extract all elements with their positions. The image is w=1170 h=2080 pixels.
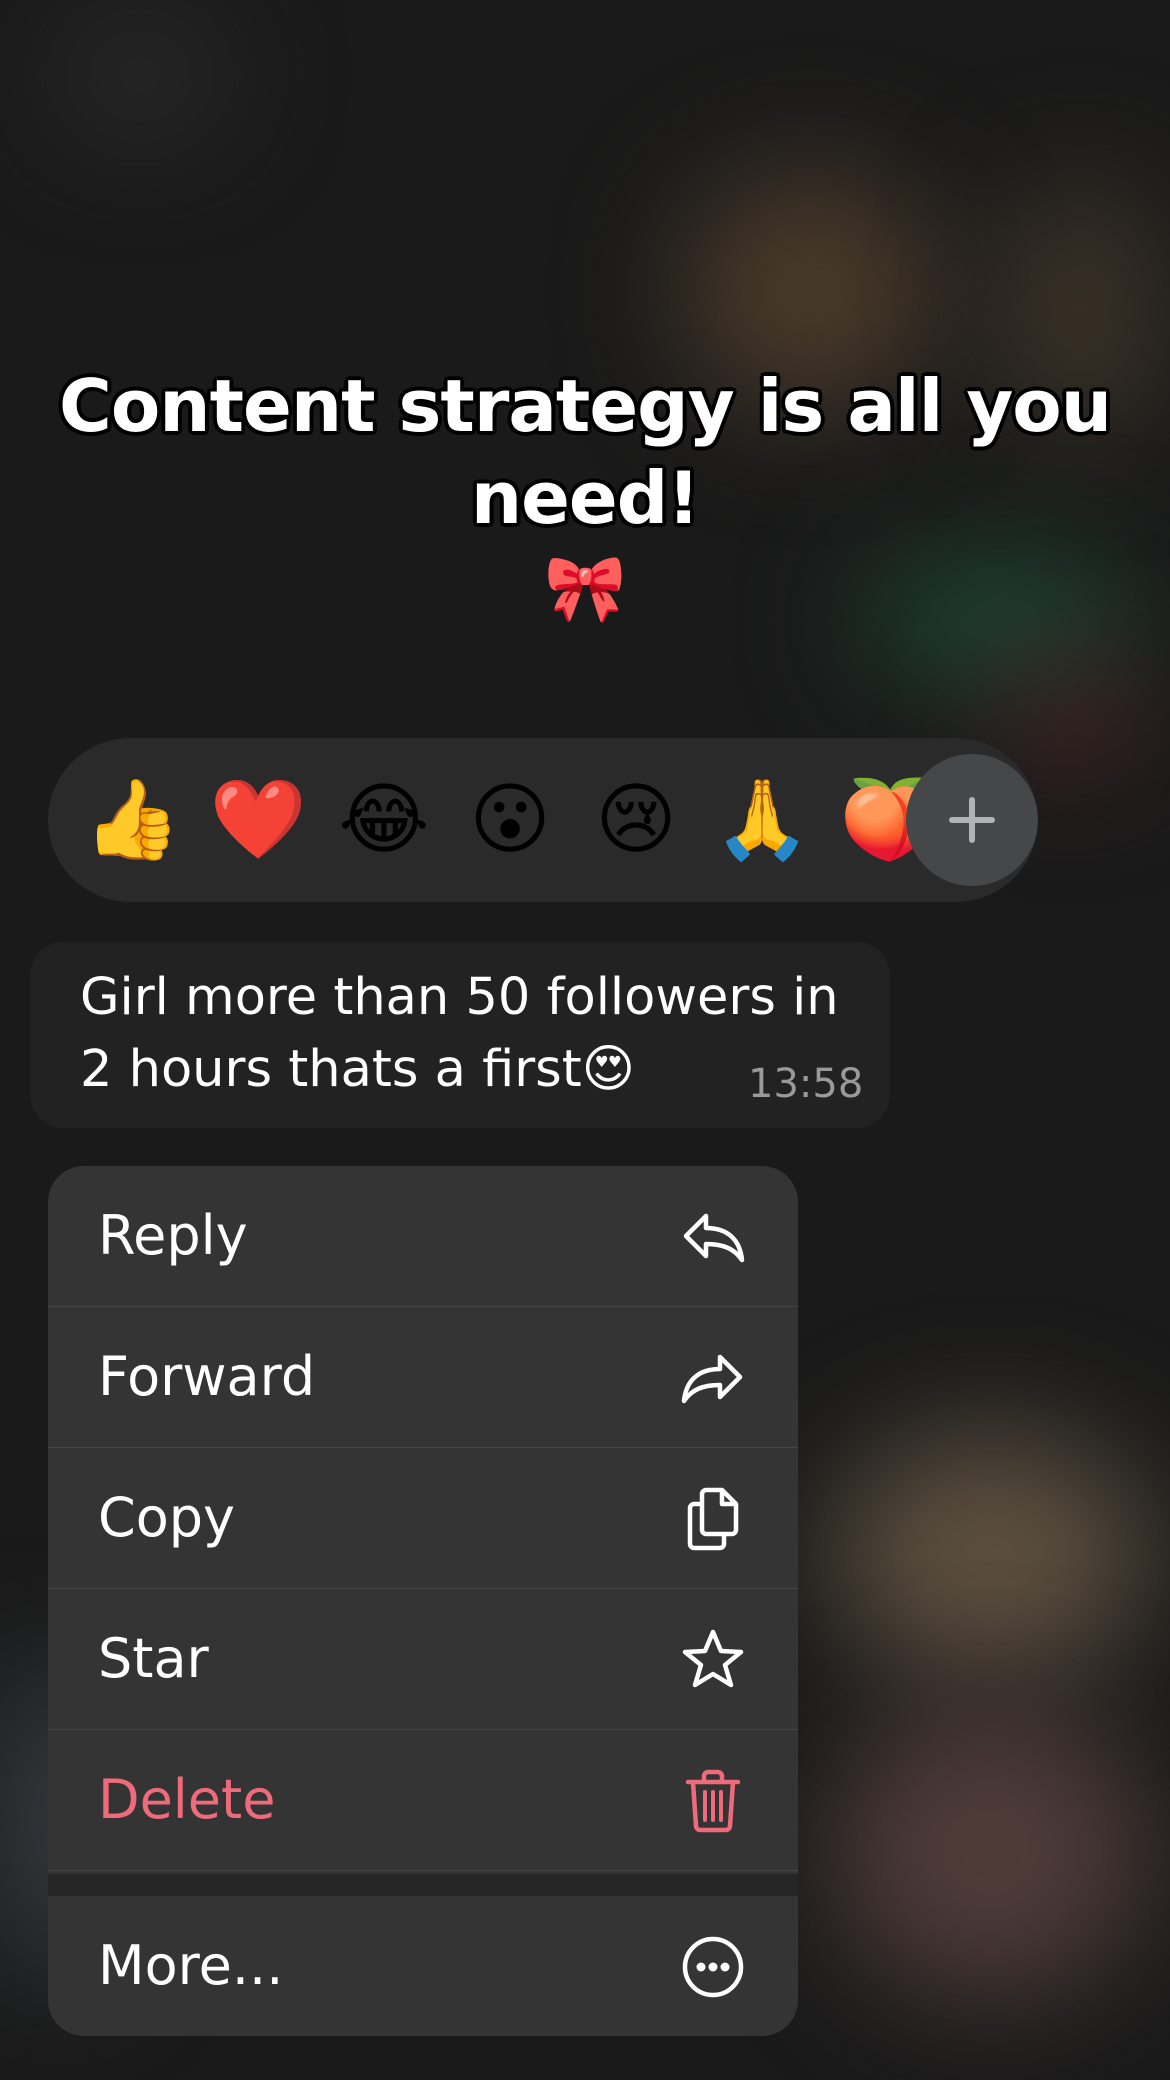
story-caption: Content strategy is all you need! 🎀: [0, 360, 1170, 634]
reply-icon: [683, 1213, 745, 1263]
menu-item-reply[interactable]: Reply: [48, 1166, 798, 1307]
background-blur: [830, 1700, 1150, 2000]
message-context-menu: Reply Forward Copy Star Delete More...: [48, 1166, 798, 2036]
menu-item-label: Forward: [98, 1345, 316, 1408]
background-blur: [1000, 660, 1140, 770]
add-reaction-button[interactable]: [906, 754, 1038, 886]
trash-icon: [685, 1769, 741, 1833]
menu-item-label: Copy: [98, 1486, 235, 1549]
menu-item-label: Reply: [98, 1204, 248, 1267]
menu-item-delete[interactable]: Delete: [48, 1730, 798, 1871]
menu-item-more[interactable]: More...: [48, 1896, 798, 2036]
reaction-thumbs-up[interactable]: 👍: [82, 770, 182, 870]
message-line-1: Girl more than 50 followers in: [80, 968, 839, 1027]
reaction-picker: 👍 ❤️ 😂 😮 😢 🙏 🍑: [48, 738, 1038, 902]
message-timestamp: 13:58: [748, 1061, 864, 1107]
menu-item-star[interactable]: Star: [48, 1589, 798, 1730]
background-blur: [60, 20, 220, 130]
menu-group-separator: [48, 1874, 798, 1896]
reaction-crying[interactable]: 😢: [586, 770, 686, 870]
background-blur: [830, 1430, 1150, 1680]
menu-item-label: Star: [98, 1627, 209, 1690]
menu-item-label: Delete: [98, 1768, 276, 1831]
menu-item-label: More...: [98, 1934, 284, 1997]
context-menu-screen: Content strategy is all you need! 🎀 👍 ❤️…: [0, 0, 1170, 2080]
reaction-heart[interactable]: ❤️: [208, 770, 308, 870]
more-icon: [682, 1936, 744, 1998]
menu-item-copy[interactable]: Copy: [48, 1448, 798, 1589]
bow-emoji: 🎀: [544, 550, 626, 627]
plus-icon: [949, 797, 995, 843]
message-bubble[interactable]: Girl more than 50 followers in 2 hours t…: [30, 942, 890, 1128]
reaction-surprised[interactable]: 😮: [460, 770, 560, 870]
caption-line-2: need!: [470, 456, 700, 540]
star-icon: [682, 1629, 744, 1688]
menu-item-forward[interactable]: Forward: [48, 1307, 798, 1448]
copy-icon: [687, 1487, 739, 1551]
caption-line-1: Content strategy is all you: [59, 364, 1112, 448]
reaction-tears-of-joy[interactable]: 😂: [334, 770, 434, 870]
reaction-folded-hands[interactable]: 🙏: [712, 770, 812, 870]
forward-icon: [681, 1354, 743, 1404]
